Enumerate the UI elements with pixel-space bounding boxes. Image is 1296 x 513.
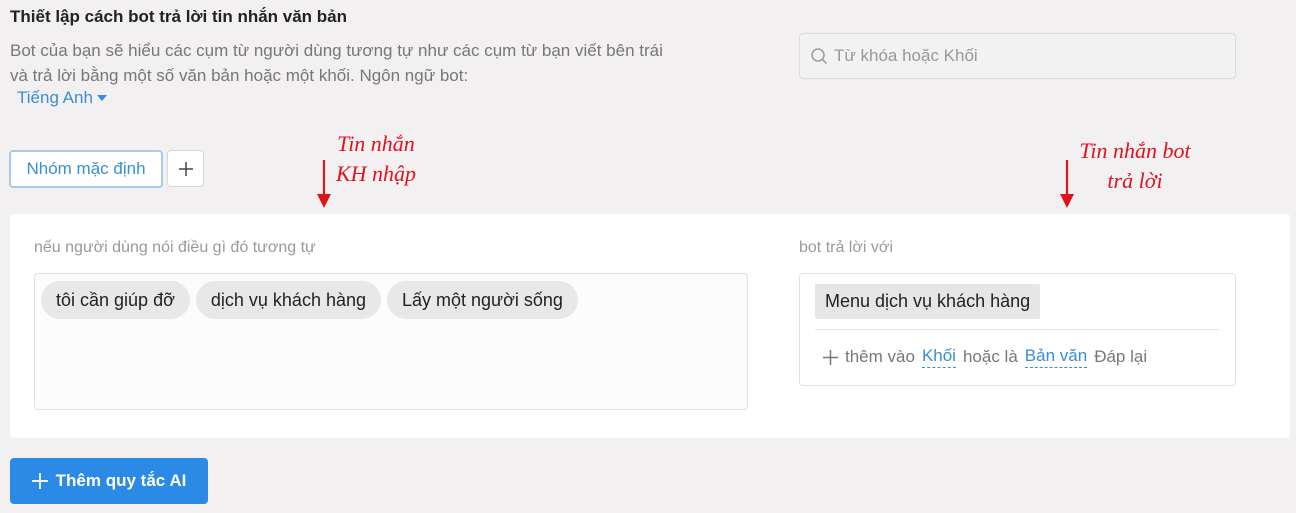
phrase-chip[interactable]: tôi cần giúp đỡ (41, 281, 190, 319)
bot-reply-box: Menu dịch vụ khách hàng thêm vào Khối ho… (799, 273, 1236, 386)
plus-icon (823, 349, 838, 365)
user-says-label: nếu người dùng nói điều gì đó tương tự (34, 239, 316, 256)
search-icon (811, 48, 828, 65)
plus-icon (178, 161, 193, 176)
add-reply-row: thêm vào Khối hoặc là Bản văn Đáp lại (823, 346, 1147, 368)
add-ai-rule-label: Thêm quy tắc AI (55, 471, 187, 490)
reply-block-chip[interactable]: Menu dịch vụ khách hàng (815, 284, 1041, 319)
bot-replies-label: bot trả lời với (799, 239, 893, 256)
add-ai-rule-button[interactable]: Thêm quy tắc AI (10, 458, 208, 504)
arrow-down-icon (317, 160, 331, 208)
add-reply-or: hoặc là (962, 347, 1018, 366)
add-block-link[interactable]: Khối (921, 346, 956, 368)
divider (815, 329, 1220, 330)
annotation-bot-line2: trả lời (1107, 168, 1163, 193)
annotation-bot-message: Tin nhắn bot trả lời (1064, 136, 1206, 196)
annotation-user-line2: KH nhập (335, 161, 417, 186)
arrow-down-icon (1060, 160, 1074, 208)
phrase-chip[interactable]: Lấy một người sống (387, 281, 578, 319)
page-title: Thiết lập cách bot trả lời tin nhắn văn … (10, 7, 348, 26)
ai-rule-card: nếu người dùng nói điều gì đó tương tự t… (10, 214, 1290, 438)
add-text-link[interactable]: Bản văn (1024, 346, 1088, 368)
plus-icon (31, 473, 48, 489)
bot-language-label: Tiếng Anh (17, 88, 93, 107)
caret-down-icon (96, 95, 107, 101)
annotation-bot-line1: Tin nhắn bot (1079, 138, 1191, 163)
user-phrases-input[interactable]: tôi cần giúp đỡ dịch vụ khách hàng Lấy m… (34, 273, 748, 410)
page-description: Bot của bạn sẽ hiểu các cụm từ người dùn… (10, 41, 663, 85)
add-reply-suffix: Đáp lại (1094, 347, 1148, 366)
annotation-user-line1: Tin nhắn (337, 131, 415, 156)
search-input[interactable] (834, 46, 1224, 66)
add-reply-prefix: thêm vào (845, 347, 915, 366)
add-group-button[interactable] (167, 150, 204, 187)
bot-language-dropdown[interactable]: Tiếng Anh (17, 88, 107, 108)
tab-default-group[interactable]: Nhóm mặc định (9, 150, 163, 188)
search-field[interactable] (799, 33, 1236, 79)
phrase-chip[interactable]: dịch vụ khách hàng (195, 281, 381, 319)
annotation-user-message: Tin nhắn KH nhập (318, 129, 434, 189)
